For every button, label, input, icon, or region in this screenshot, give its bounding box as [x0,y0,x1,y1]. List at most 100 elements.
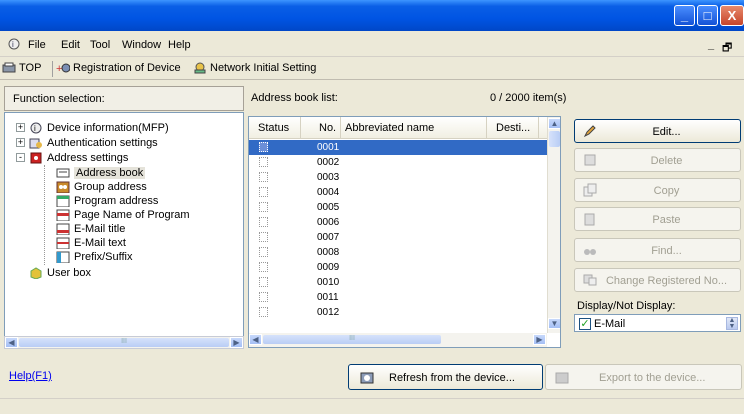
tree-item-user-box[interactable]: User box [29,266,91,279]
col-abbreviated-name[interactable]: Abbreviated name [341,117,487,139]
status-checkbox[interactable] [259,307,268,317]
email-checkbox[interactable]: ✓ [579,318,591,330]
app-menu-icon[interactable]: i [8,38,20,53]
program-address-icon [56,195,70,207]
expander-address[interactable]: - [16,153,25,162]
registration-button[interactable]: + Registration of Device [56,62,181,74]
tree-item-address-settings[interactable]: Address settings [29,151,128,164]
scroll-left-arrow-icon[interactable]: ◀ [5,337,18,348]
expander-auth[interactable]: + [16,138,25,147]
tree-item-email-title[interactable]: E-Mail title [56,222,125,235]
find-button[interactable]: Find... [574,238,741,262]
svg-text:i: i [34,124,36,133]
col-destination[interactable]: Desti... [487,117,539,139]
table-row[interactable]: 0010 [249,275,547,290]
status-checkbox[interactable] [259,262,268,272]
table-horizontal-scrollbar[interactable]: ◀ III ▶ [249,333,547,347]
copy-button[interactable]: Copy [574,178,741,202]
table-header: Status No. Abbreviated name Desti... [249,117,547,139]
table-row[interactable]: 0011 [249,290,547,305]
tree-item-address-book[interactable]: Address book [56,166,146,179]
tree-item-page-name[interactable]: Page Name of Program [56,208,190,221]
help-link[interactable]: Help(F1) [9,370,52,382]
tree-item-auth[interactable]: Authentication settings [29,136,158,149]
menu-edit[interactable]: Edit [61,39,80,51]
status-checkbox[interactable] [259,187,268,197]
menu-window[interactable]: Window [122,39,161,51]
table-row[interactable]: 0001 [249,140,547,155]
scroll-up-arrow-icon[interactable]: ▲ [548,118,560,129]
refresh-device-icon [360,372,374,384]
status-checkbox[interactable] [259,202,268,212]
email-title-icon [56,223,70,235]
maximize-button[interactable]: □ [697,5,718,26]
edit-button[interactable]: Edit... [574,119,741,143]
table-row[interactable]: 0006 [249,215,547,230]
menu-bar: i File Edit Tool Window Help _ 🗗 [0,31,744,57]
row-number: 0009 [317,262,340,273]
table-row[interactable]: 0009 [249,260,547,275]
status-checkbox[interactable] [259,277,268,287]
col-no[interactable]: No. [301,117,341,139]
svg-text:i: i [12,40,14,49]
tree-item-prefix-suffix[interactable]: Prefix/Suffix [56,250,133,263]
prefix-suffix-icon [56,251,70,263]
status-checkbox[interactable] [259,247,268,257]
scroll-left-arrow-icon[interactable]: ◀ [249,334,262,345]
table-vertical-scrollbar[interactable]: ▲ ▼ [547,117,560,333]
tree-label: Authentication settings [47,136,158,149]
status-checkbox[interactable] [259,157,268,167]
mdi-minimize-button[interactable]: _ [708,39,714,51]
tree-item-group-address[interactable]: Group address [56,180,147,193]
spinner-icon[interactable]: ▲ ▼ [726,317,738,330]
table-row[interactable]: 0007 [249,230,547,245]
tree-label: E-Mail title [74,222,126,235]
tree-item-program-address[interactable]: Program address [56,194,158,207]
tree-item-email-text[interactable]: E-Mail text [56,236,126,249]
tree-label: User box [47,266,92,279]
table-row[interactable]: 0002 [249,155,547,170]
col-status[interactable]: Status [249,117,301,139]
scroll-thumb[interactable]: III [263,335,441,344]
status-checkbox[interactable] [259,172,268,182]
change-registered-button[interactable]: Change Registered No... [574,268,741,292]
scroll-right-arrow-icon[interactable]: ▶ [230,337,243,348]
table-row[interactable]: 0012 [249,305,547,320]
function-tree[interactable]: + + - i Device information(MFP) Authenti… [4,112,244,349]
item-count: 0 / 2000 item(s) [490,92,567,104]
mdi-restore-icon[interactable]: 🗗 [722,39,732,58]
menu-help[interactable]: Help [168,39,191,51]
row-number: 0001 [317,142,340,153]
table-row[interactable]: 0003 [249,170,547,185]
expander-device-info[interactable]: + [16,123,25,132]
network-setting-button[interactable]: Network Initial Setting [193,62,316,74]
table-row[interactable]: 0005 [249,200,547,215]
table-row[interactable]: 0008 [249,245,547,260]
tree-item-device-info[interactable]: i Device information(MFP) [29,121,169,134]
menu-file[interactable]: File [28,39,46,51]
scroll-thumb[interactable] [549,131,560,147]
paste-button[interactable]: Paste [574,207,741,231]
refresh-button[interactable]: Refresh from the device... [348,364,543,390]
minimize-button[interactable]: _ [674,5,695,26]
scroll-down-arrow-icon[interactable]: ▼ [548,318,560,329]
delete-button[interactable]: Delete [574,148,741,172]
status-checkbox[interactable] [259,217,268,227]
row-number: 0007 [317,232,340,243]
top-button[interactable]: TOP [2,62,41,74]
table-row[interactable]: 0004 [249,185,547,200]
status-checkbox[interactable] [259,292,268,302]
close-button[interactable]: X [720,5,744,26]
scroll-right-arrow-icon[interactable]: ▶ [533,334,546,345]
status-checkbox[interactable] [259,142,268,152]
export-device-icon [555,372,569,384]
status-checkbox[interactable] [259,232,268,242]
address-book-table[interactable]: Status No. Abbreviated name Desti... 000… [248,116,561,348]
export-button[interactable]: Export to the device... [545,364,742,390]
menu-tool[interactable]: Tool [90,39,110,51]
row-number: 0010 [317,277,340,288]
display-select[interactable]: ✓ E-Mail ▲ ▼ [574,314,741,332]
address-book-icon [56,168,70,177]
scroll-thumb[interactable]: III [19,338,229,347]
tree-horizontal-scrollbar[interactable]: ◀ III ▶ [4,336,244,349]
